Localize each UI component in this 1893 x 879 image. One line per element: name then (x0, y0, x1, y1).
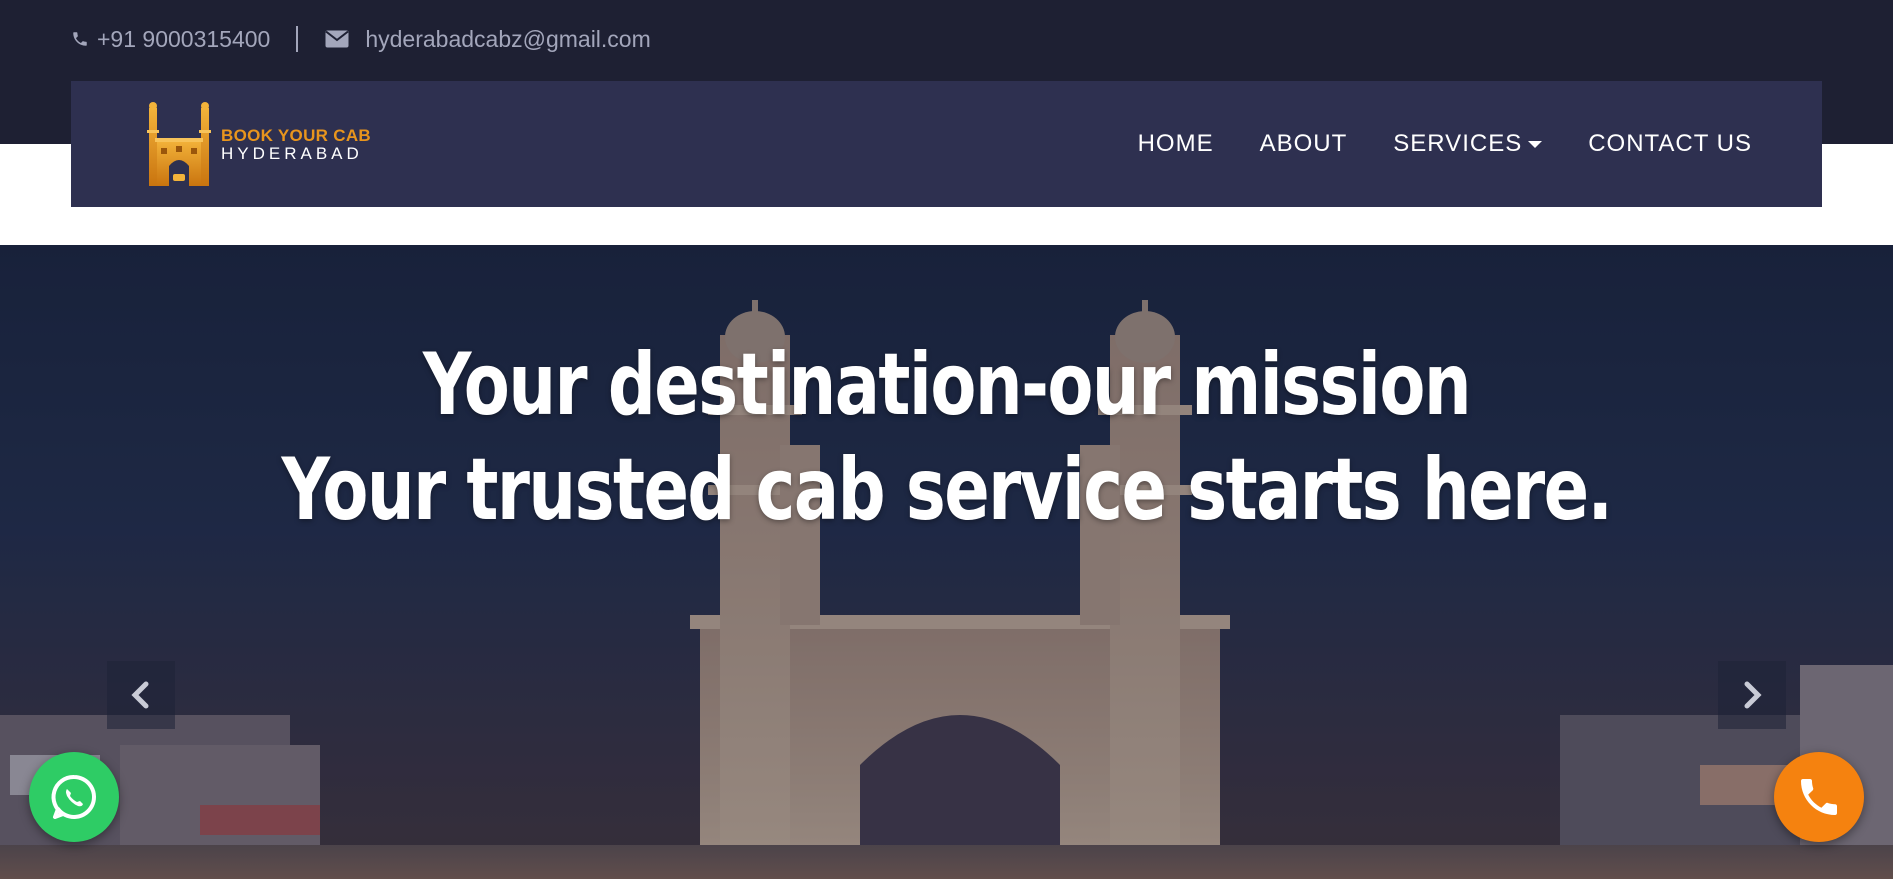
email-address[interactable]: hyderabadcabz@gmail.com (365, 26, 650, 53)
phone-contact[interactable]: +91 9000315400 (71, 26, 270, 53)
carousel-prev-button[interactable] (107, 661, 175, 729)
contact-bar: +91 9000315400 hyderabadcabz@gmail.com (71, 22, 651, 56)
whatsapp-icon (51, 774, 96, 819)
main-navbar: BOOK YOUR CAB HYDERABAD HOME ABOUT SERVI… (71, 81, 1822, 207)
logo-text: BOOK YOUR CAB HYDERABAD (221, 127, 371, 162)
phone-call-icon (1801, 779, 1837, 815)
charminar-logo-icon (147, 102, 211, 186)
logo-subtitle: HYDERABAD (221, 143, 363, 163)
whatsapp-button[interactable] (29, 752, 119, 842)
caret-down-icon (1528, 140, 1543, 148)
envelope-icon (325, 30, 349, 48)
hero-heading-line1: Your destination-our mission (422, 335, 1472, 435)
site-logo[interactable]: BOOK YOUR CAB HYDERABAD (147, 100, 371, 188)
contact-divider (296, 26, 299, 52)
nav-contact-us[interactable]: CONTACT US (1588, 130, 1752, 158)
nav-services[interactable]: SERVICES (1393, 130, 1543, 158)
call-button[interactable] (1774, 752, 1864, 842)
logo-title: BOOK YOUR CAB (221, 125, 371, 145)
email-contact[interactable]: hyderabadcabz@gmail.com (325, 26, 651, 53)
hero-heading-line2: Your trusted cab service starts here. (281, 440, 1614, 540)
phone-icon (73, 32, 87, 46)
phone-number[interactable]: +91 9000315400 (97, 26, 270, 53)
nav-menu: HOME ABOUT SERVICES CONTACT US (1092, 130, 1752, 158)
chevron-left-icon (131, 681, 149, 709)
nav-services-label: SERVICES (1393, 130, 1523, 157)
nav-about[interactable]: ABOUT (1260, 130, 1348, 158)
chevron-right-icon (1744, 681, 1762, 709)
nav-home[interactable]: HOME (1138, 130, 1214, 158)
carousel-next-button[interactable] (1718, 661, 1786, 729)
